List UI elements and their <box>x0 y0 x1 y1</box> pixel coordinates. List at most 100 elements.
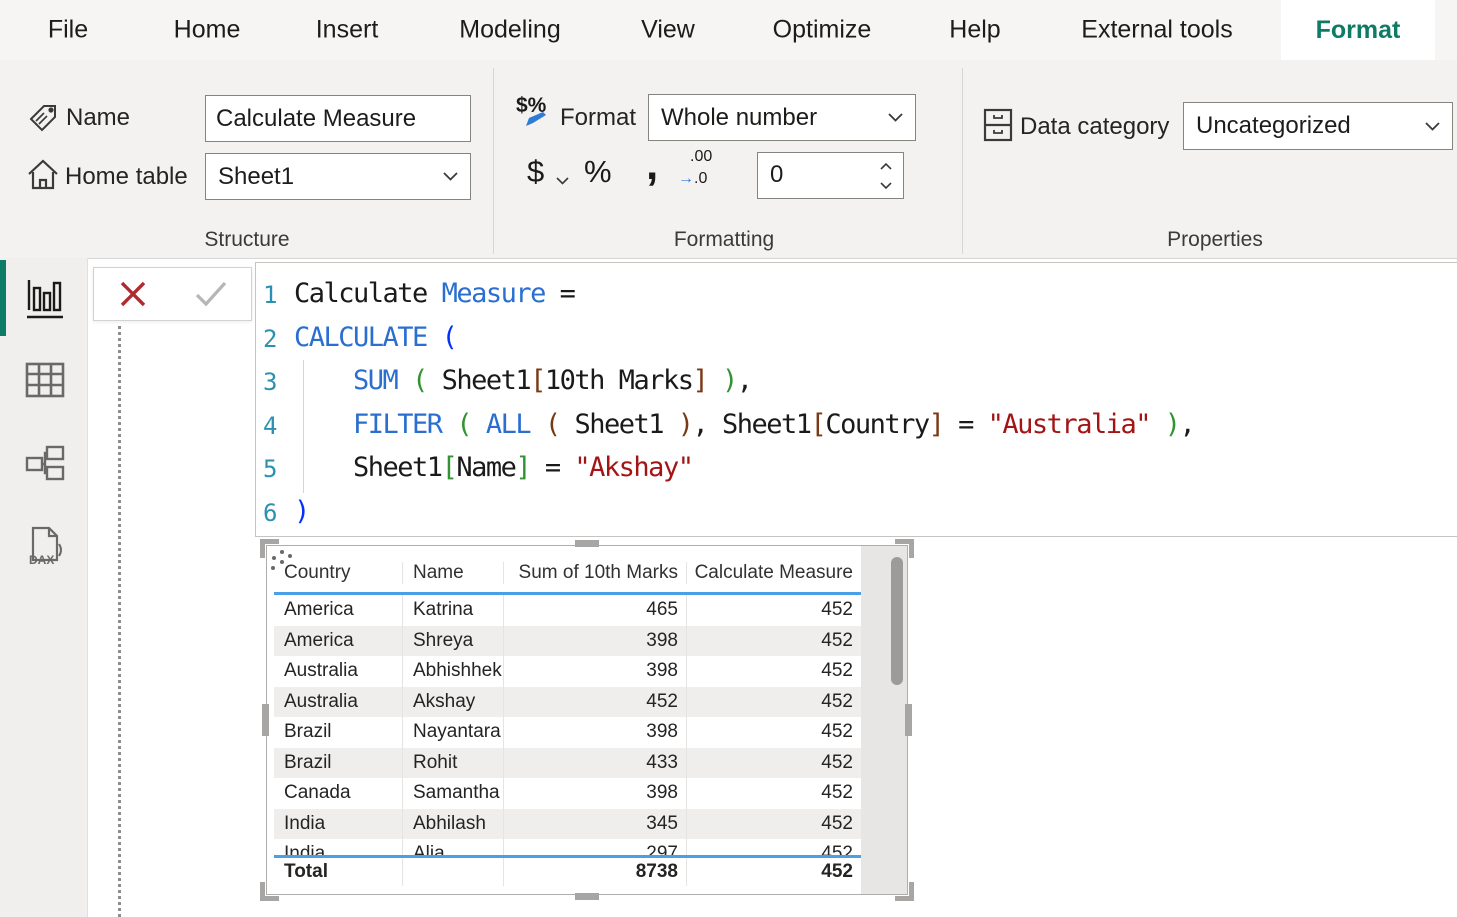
code-token: Country <box>825 409 928 440</box>
chevron-down-icon <box>1425 122 1440 131</box>
total-cell: 8738 <box>504 858 687 886</box>
code-token <box>707 365 722 396</box>
home-table-value: Sheet1 <box>206 163 443 191</box>
resize-handle-left[interactable] <box>262 704 269 736</box>
drawer-icon <box>983 108 1013 147</box>
table-cell: Samantha <box>403 778 504 809</box>
home-table-select[interactable]: Sheet1 <box>205 153 471 200</box>
sidebar-item-report-view[interactable] <box>24 278 66 320</box>
home-table-label: Home table <box>65 163 188 191</box>
menu-item-modeling[interactable]: Modeling <box>459 16 560 45</box>
code-token <box>442 409 457 440</box>
resize-handle-bottom-left[interactable] <box>260 882 279 901</box>
data-category-select[interactable]: Uncategorized <box>1183 102 1453 150</box>
total-cell <box>403 858 504 886</box>
code-token: CALCULATE <box>294 322 442 353</box>
currency-button[interactable]: $ <box>527 154 544 190</box>
resize-handle-top-left[interactable] <box>260 539 279 558</box>
chevron-down-icon[interactable] <box>556 172 569 190</box>
commit-check-icon <box>194 280 228 308</box>
percent-button[interactable]: % <box>584 154 612 190</box>
table-cell: America <box>274 595 403 626</box>
table-total-row: Total8738452 <box>274 858 861 886</box>
table-row[interactable]: AustraliaAbhishhek398452 <box>274 656 861 687</box>
code-token: Calculate <box>294 278 442 309</box>
menu-item-help[interactable]: Help <box>949 16 1000 45</box>
menu-item-home[interactable]: Home <box>174 16 241 45</box>
table-cell: Brazil <box>274 748 403 779</box>
table-row[interactable]: AmericaShreya398452 <box>274 626 861 657</box>
active-view-indicator <box>0 260 6 336</box>
measure-name-input[interactable] <box>206 105 470 133</box>
table-cell: Shreya <box>403 626 504 657</box>
stepper-up-icon[interactable] <box>877 158 895 174</box>
menu-item-view[interactable]: View <box>641 16 695 45</box>
column-header-calculate-measure[interactable]: Calculate Measure <box>687 562 861 584</box>
code-token: ) <box>294 496 309 527</box>
code-line-6: 6) <box>256 490 1457 534</box>
table-row[interactable]: IndiaAbhilash345452 <box>274 809 861 840</box>
cancel-x-icon <box>117 280 149 308</box>
code-token: "Akshay" <box>574 452 692 483</box>
table-scrollbar-thumb[interactable] <box>891 557 903 685</box>
menu-item-insert[interactable]: Insert <box>316 16 379 45</box>
cancel-button[interactable] <box>117 280 149 308</box>
code-token: Measure <box>442 278 545 309</box>
code-token: ] <box>515 452 530 483</box>
decrease-decimal-button[interactable]: .00 →.0 <box>678 148 722 196</box>
table-row[interactable]: AmericaKatrina465452 <box>274 595 861 626</box>
menu-item-external-tools[interactable]: External tools <box>1081 16 1232 45</box>
menu-item-optimize[interactable]: Optimize <box>773 16 872 45</box>
code-token: ( <box>412 365 427 396</box>
code-token: ) <box>678 409 693 440</box>
stepper-down-icon[interactable] <box>877 177 895 193</box>
format-select[interactable]: Whole number <box>648 94 916 141</box>
sidebar-item-model-view[interactable] <box>24 443 66 485</box>
properties-section-label: Properties <box>1167 228 1263 252</box>
table-cell: Canada <box>274 778 403 809</box>
table-row[interactable]: CanadaSamantha398452 <box>274 778 861 809</box>
code-token: [ <box>442 452 457 483</box>
commit-button[interactable] <box>194 280 228 308</box>
table-cell: 452 <box>687 778 861 809</box>
bar-chart-icon <box>26 279 64 319</box>
resize-handle-bottom[interactable] <box>575 893 599 900</box>
code-token: = <box>943 409 987 440</box>
tab-format[interactable]: Format <box>1281 0 1435 60</box>
dax-formula-editor[interactable]: 1Calculate Measure =2CALCULATE (3 SUM ( … <box>255 262 1457 537</box>
line-number: 1 <box>263 274 277 318</box>
table-row[interactable]: BrazilNayantara398452 <box>274 717 861 748</box>
code-token: "Australia" <box>988 409 1150 440</box>
home-icon <box>26 157 60 198</box>
menu-item-file[interactable]: File <box>48 16 88 45</box>
sidebar-item-dax-query-view[interactable]: DAX <box>24 526 66 568</box>
decimal-places-stepper[interactable]: 0 <box>757 152 904 199</box>
column-header-country[interactable]: Country <box>274 562 403 584</box>
table-row[interactable]: IndiaAlia297452 <box>274 839 861 855</box>
resize-handle-top-right[interactable] <box>895 539 914 558</box>
table-visual[interactable]: CountryNameSum of 10th MarksCalculate Me… <box>266 545 908 895</box>
measure-name-field[interactable] <box>205 95 471 142</box>
resize-handle-right[interactable] <box>905 704 912 736</box>
sidebar-item-data-view[interactable] <box>24 359 66 401</box>
thousands-separator-button[interactable]: , <box>646 140 658 190</box>
code-line-2: 2CALCULATE ( <box>256 316 1457 360</box>
column-header-name[interactable]: Name <box>403 562 504 584</box>
code-lines: 1Calculate Measure =2CALCULATE (3 SUM ( … <box>256 272 1457 533</box>
ribbon-divider <box>493 68 494 254</box>
format-percent-pencil-icon: $% <box>516 94 546 118</box>
code-token: , <box>1180 409 1195 440</box>
resize-handle-top[interactable] <box>575 540 599 547</box>
table-cell: 465 <box>504 595 687 626</box>
drag-grip-dot <box>280 560 284 564</box>
pane-splitter[interactable] <box>118 326 121 917</box>
table-cell: America <box>274 626 403 657</box>
structure-section-label: Structure <box>204 228 289 252</box>
resize-handle-bottom-right[interactable] <box>895 882 914 901</box>
table-row[interactable]: BrazilRohit433452 <box>274 748 861 779</box>
table-cell: Akshay <box>403 687 504 718</box>
table-cell: 452 <box>687 687 861 718</box>
table-row[interactable]: AustraliaAkshay452452 <box>274 687 861 718</box>
column-header-sum-of-10th-marks[interactable]: Sum of 10th Marks <box>504 562 687 584</box>
table-cell: India <box>274 839 403 855</box>
